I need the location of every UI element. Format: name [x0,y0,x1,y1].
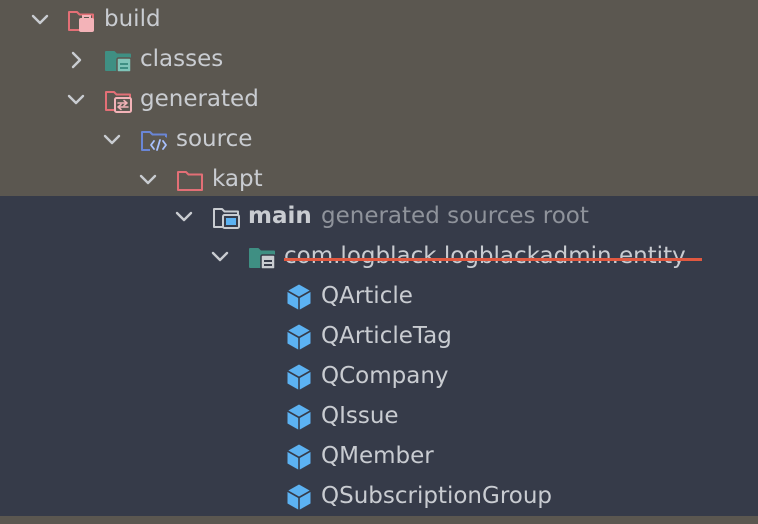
node-label: QIssue [321,403,399,429]
tree-node-class[interactable]: QSubscriptionGroup [0,477,758,517]
node-label: build [104,6,161,32]
tree-node-classes[interactable]: classes [0,40,758,80]
chevron-down-icon[interactable] [208,245,232,269]
strikethrough-mark [284,258,702,261]
tree-node-kapt[interactable]: kapt [0,160,758,200]
source-folder-icon [139,125,169,155]
bottom-region [0,516,758,524]
tree-node-class[interactable]: QIssue [0,397,758,437]
tree-node-build[interactable]: build [0,0,758,40]
chevron-down-icon[interactable] [100,128,124,152]
class-icon [284,282,314,312]
node-label: classes [140,46,224,72]
tree-node-source[interactable]: source [0,120,758,160]
node-label: QArticle [321,283,413,309]
node-label: com.logblack.logblackadmin.entity [284,243,686,269]
class-icon [284,322,314,352]
tree-node-class[interactable]: QArticleTag [0,317,758,357]
excluded-folder-icon [66,5,96,35]
excluded-folder-icon [175,165,205,195]
class-icon [284,402,314,432]
class-icon [284,362,314,392]
chevron-down-icon[interactable] [28,8,52,32]
chevron-down-icon[interactable] [136,168,160,192]
node-hint: generated sources root [321,203,589,229]
chevron-right-icon[interactable] [64,48,88,72]
output-folder-icon [103,45,133,75]
chevron-down-icon[interactable] [172,205,196,229]
tree-node-main[interactable]: main generated sources root [0,197,758,237]
chevron-down-icon[interactable] [64,88,88,112]
package-icon [247,242,277,272]
tree-node-class[interactable]: QArticle [0,277,758,317]
node-label: kapt [212,166,263,192]
node-label: QCompany [321,363,449,389]
node-label: generated [140,86,259,112]
class-icon [284,442,314,472]
node-label: source [176,126,253,152]
node-label: main [248,203,312,229]
tree-node-class[interactable]: QMember [0,437,758,477]
excluded-generated-folder-icon [103,85,133,115]
tree-node-class[interactable]: QCompany [0,357,758,397]
tree-node-generated[interactable]: generated [0,80,758,120]
project-tree: build classes generated source kapt main… [0,0,758,524]
node-label: QArticleTag [321,323,452,349]
node-label: QSubscriptionGroup [321,483,553,509]
generated-root-icon [211,202,241,232]
node-label: QMember [321,443,434,469]
tree-node-package[interactable]: com.logblack.logblackadmin.entity [0,237,758,277]
class-icon [284,482,314,512]
